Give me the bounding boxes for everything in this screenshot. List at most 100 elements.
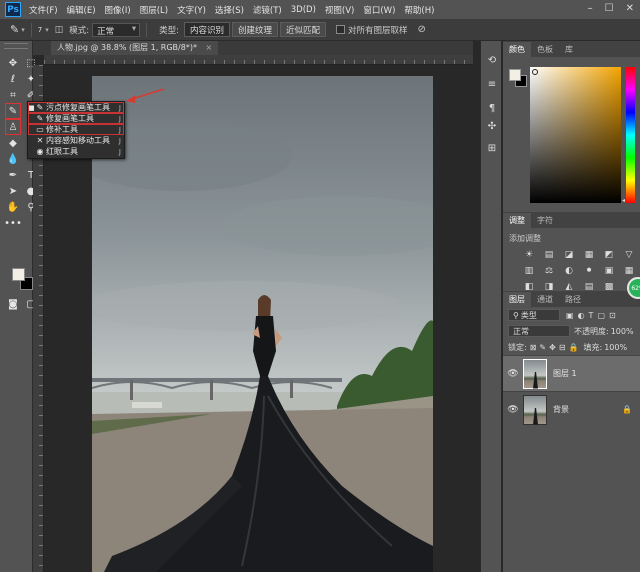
blur-tool-icon[interactable]: 💧 [6,152,20,166]
lock-artboard-icon[interactable]: ⊟ [559,343,566,352]
content-aware-move-icon: ✕ [36,136,44,145]
tool-preset-dropdown-icon[interactable]: ▾ [21,26,25,34]
flyout-item-spot-healing-brush[interactable]: ■ ✎ 污点修复画笔工具 J [28,102,124,113]
spot-healing-brush-icon[interactable]: ✎ [10,23,19,36]
path-selection-tool-icon[interactable]: ➤ [6,184,20,198]
menu-window[interactable]: 窗口(W) [363,4,395,16]
visibility-eye-icon[interactable]: 👁 [503,405,523,415]
brush-presets-icon[interactable]: ✣ [485,119,499,133]
color-panel-foreground[interactable] [509,69,521,81]
hand-tool-icon[interactable]: ✋ [6,200,20,214]
lock-position-icon[interactable]: ✥ [549,343,556,352]
edit-toolbar-icon[interactable]: ••• [4,216,22,230]
color-lookup-icon[interactable]: ▦ [623,265,635,276]
horizontal-ruler[interactable] [44,55,473,65]
collapsed-panels-strip: ⟲ ≡ ¶ ✣ ⊞ [480,41,502,572]
levels-icon[interactable]: ▤ [543,249,555,260]
saturation-brightness-field[interactable] [530,67,621,203]
pressure-size-icon[interactable]: ⊘ [418,24,426,35]
hue-slider[interactable] [626,67,635,203]
photo-filter-icon[interactable]: ⚫ [583,265,595,276]
flyout-item-content-aware-move[interactable]: ✕ 内容感知移动工具 J [28,135,124,146]
flyout-item-patch-tool[interactable]: ▭ 修补工具 J [28,124,124,135]
visibility-eye-icon[interactable]: 👁 [503,369,523,379]
sample-all-layers-checkbox[interactable] [336,25,346,34]
tab-libraries[interactable]: 库 [559,42,579,57]
brush-size-value[interactable]: 7 [38,26,42,34]
eraser-tool-icon[interactable]: ◆ [6,136,20,150]
tab-paths[interactable]: 路径 [559,292,587,307]
exposure-icon[interactable]: ▦ [583,249,595,260]
menu-help[interactable]: 帮助(H) [404,4,434,16]
crop-tool-icon[interactable]: ⌗ [6,88,20,102]
filter-shape-icon[interactable]: ▢ [597,311,605,320]
annotation-arrow-line [131,88,165,100]
black-white-icon[interactable]: ◐ [563,265,575,276]
layer-row-layer-1[interactable]: 👁 图层 1 [503,355,640,391]
tab-character[interactable]: 字符 [531,213,559,228]
mode-select[interactable]: 正常 [92,22,141,37]
lasso-tool-icon[interactable]: ℓ [6,72,20,86]
filter-adjust-icon[interactable]: ◐ [578,311,585,320]
hue-saturation-icon[interactable]: ▥ [523,265,535,276]
clone-source-icon[interactable]: ⊞ [485,141,499,155]
menu-type[interactable]: 文字(Y) [177,4,206,16]
channel-mixer-icon[interactable]: ▣ [603,265,615,276]
lock-pixels-icon[interactable]: ⊠ [530,343,537,352]
tab-layers[interactable]: 图层 [503,292,531,307]
maximize-button[interactable]: ☐ [605,3,614,14]
menu-view[interactable]: 视图(V) [325,4,354,16]
menu-select[interactable]: 选择(S) [215,4,244,16]
menu-3d[interactable]: 3D(D) [291,5,316,15]
gradient-map-triangle-icon[interactable]: ▽ [623,249,635,260]
tab-color[interactable]: 颜色 [503,42,531,57]
layer-thumbnail [523,358,547,389]
layer-row-background[interactable]: 👁 背景 🔒 [503,391,640,427]
paragraph-icon[interactable]: ¶ [485,101,499,115]
vibrance-icon[interactable]: ◩ [603,249,615,260]
menu-filter[interactable]: 滤镜(T) [253,4,282,16]
pen-tool-icon[interactable]: ✒ [6,168,20,182]
foreground-color-swatch[interactable] [12,268,25,281]
brush-picker-dropdown-icon[interactable]: ▾ [45,26,49,34]
menu-image[interactable]: 图像(I) [105,4,131,16]
menu-edit[interactable]: 编辑(E) [67,4,96,16]
brush-settings-icon[interactable]: ◫ [55,25,64,35]
layer-kind-select[interactable]: ⚲ 类型 [508,309,560,321]
color-picker-cursor[interactable] [532,69,538,75]
lock-paint-icon[interactable]: ✎ [539,343,546,352]
quick-mask-icon[interactable]: ◙ [6,297,20,311]
mode-label: 模式: [69,25,90,36]
hue-slider-handle-icon[interactable]: ◂ [622,197,625,204]
spot-healing-tool-icon[interactable]: ✎ [5,103,21,119]
curves-icon[interactable]: ◪ [563,249,575,260]
type-proximity-match-button[interactable]: 近似匹配 [280,22,327,37]
tab-adjustments[interactable]: 调整 [503,213,531,228]
minimize-button[interactable]: – [588,3,593,14]
flyout-item-red-eye[interactable]: ◉ 红眼工具 J [28,146,124,157]
blend-mode-select[interactable]: 正常 [508,325,570,337]
type-create-texture-button[interactable]: 创建纹理 [232,22,279,37]
close-tab-icon[interactable]: × [206,43,213,52]
history-icon[interactable]: ⟲ [485,53,499,67]
tab-swatches[interactable]: 色板 [531,42,559,57]
lock-all-icon[interactable]: 🔒 [569,343,579,352]
document-tab[interactable]: 人物.jpg @ 38.8% (图层 1, RGB/8*)* × [51,41,219,55]
opacity-value[interactable]: 100% [611,327,634,336]
filter-text-icon[interactable]: T [589,311,594,320]
filter-pixel-icon[interactable]: ▣ [566,311,574,320]
type-content-aware-button[interactable]: 内容识别 [183,22,230,37]
filter-smart-icon[interactable]: ⊡ [609,311,616,320]
close-button[interactable]: ✕ [626,3,634,14]
menu-layer[interactable]: 图层(L) [140,4,168,16]
clone-stamp-tool-icon[interactable]: ♙ [5,119,21,135]
properties-icon[interactable]: ≡ [485,77,499,91]
brightness-icon[interactable]: ☀ [523,249,535,260]
flyout-item-healing-brush[interactable]: ✎ 修复画笔工具 J [28,113,124,124]
menu-file[interactable]: 文件(F) [29,4,58,16]
tab-channels[interactable]: 通道 [531,292,559,307]
toolbar-grip[interactable] [4,43,28,49]
move-tool-icon[interactable]: ✥ [6,56,20,70]
fill-value[interactable]: 100% [604,343,627,352]
color-balance-icon[interactable]: ⚖ [543,265,555,276]
